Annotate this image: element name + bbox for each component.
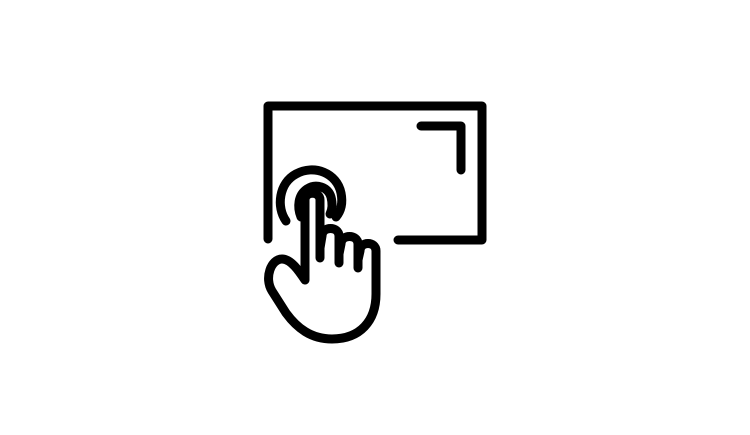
touch-screen-tap-icon-svg [263,101,487,344]
icon-canvas [0,0,750,435]
touch-screen-tap-icon [0,0,750,435]
corner-bracket [416,121,466,175]
